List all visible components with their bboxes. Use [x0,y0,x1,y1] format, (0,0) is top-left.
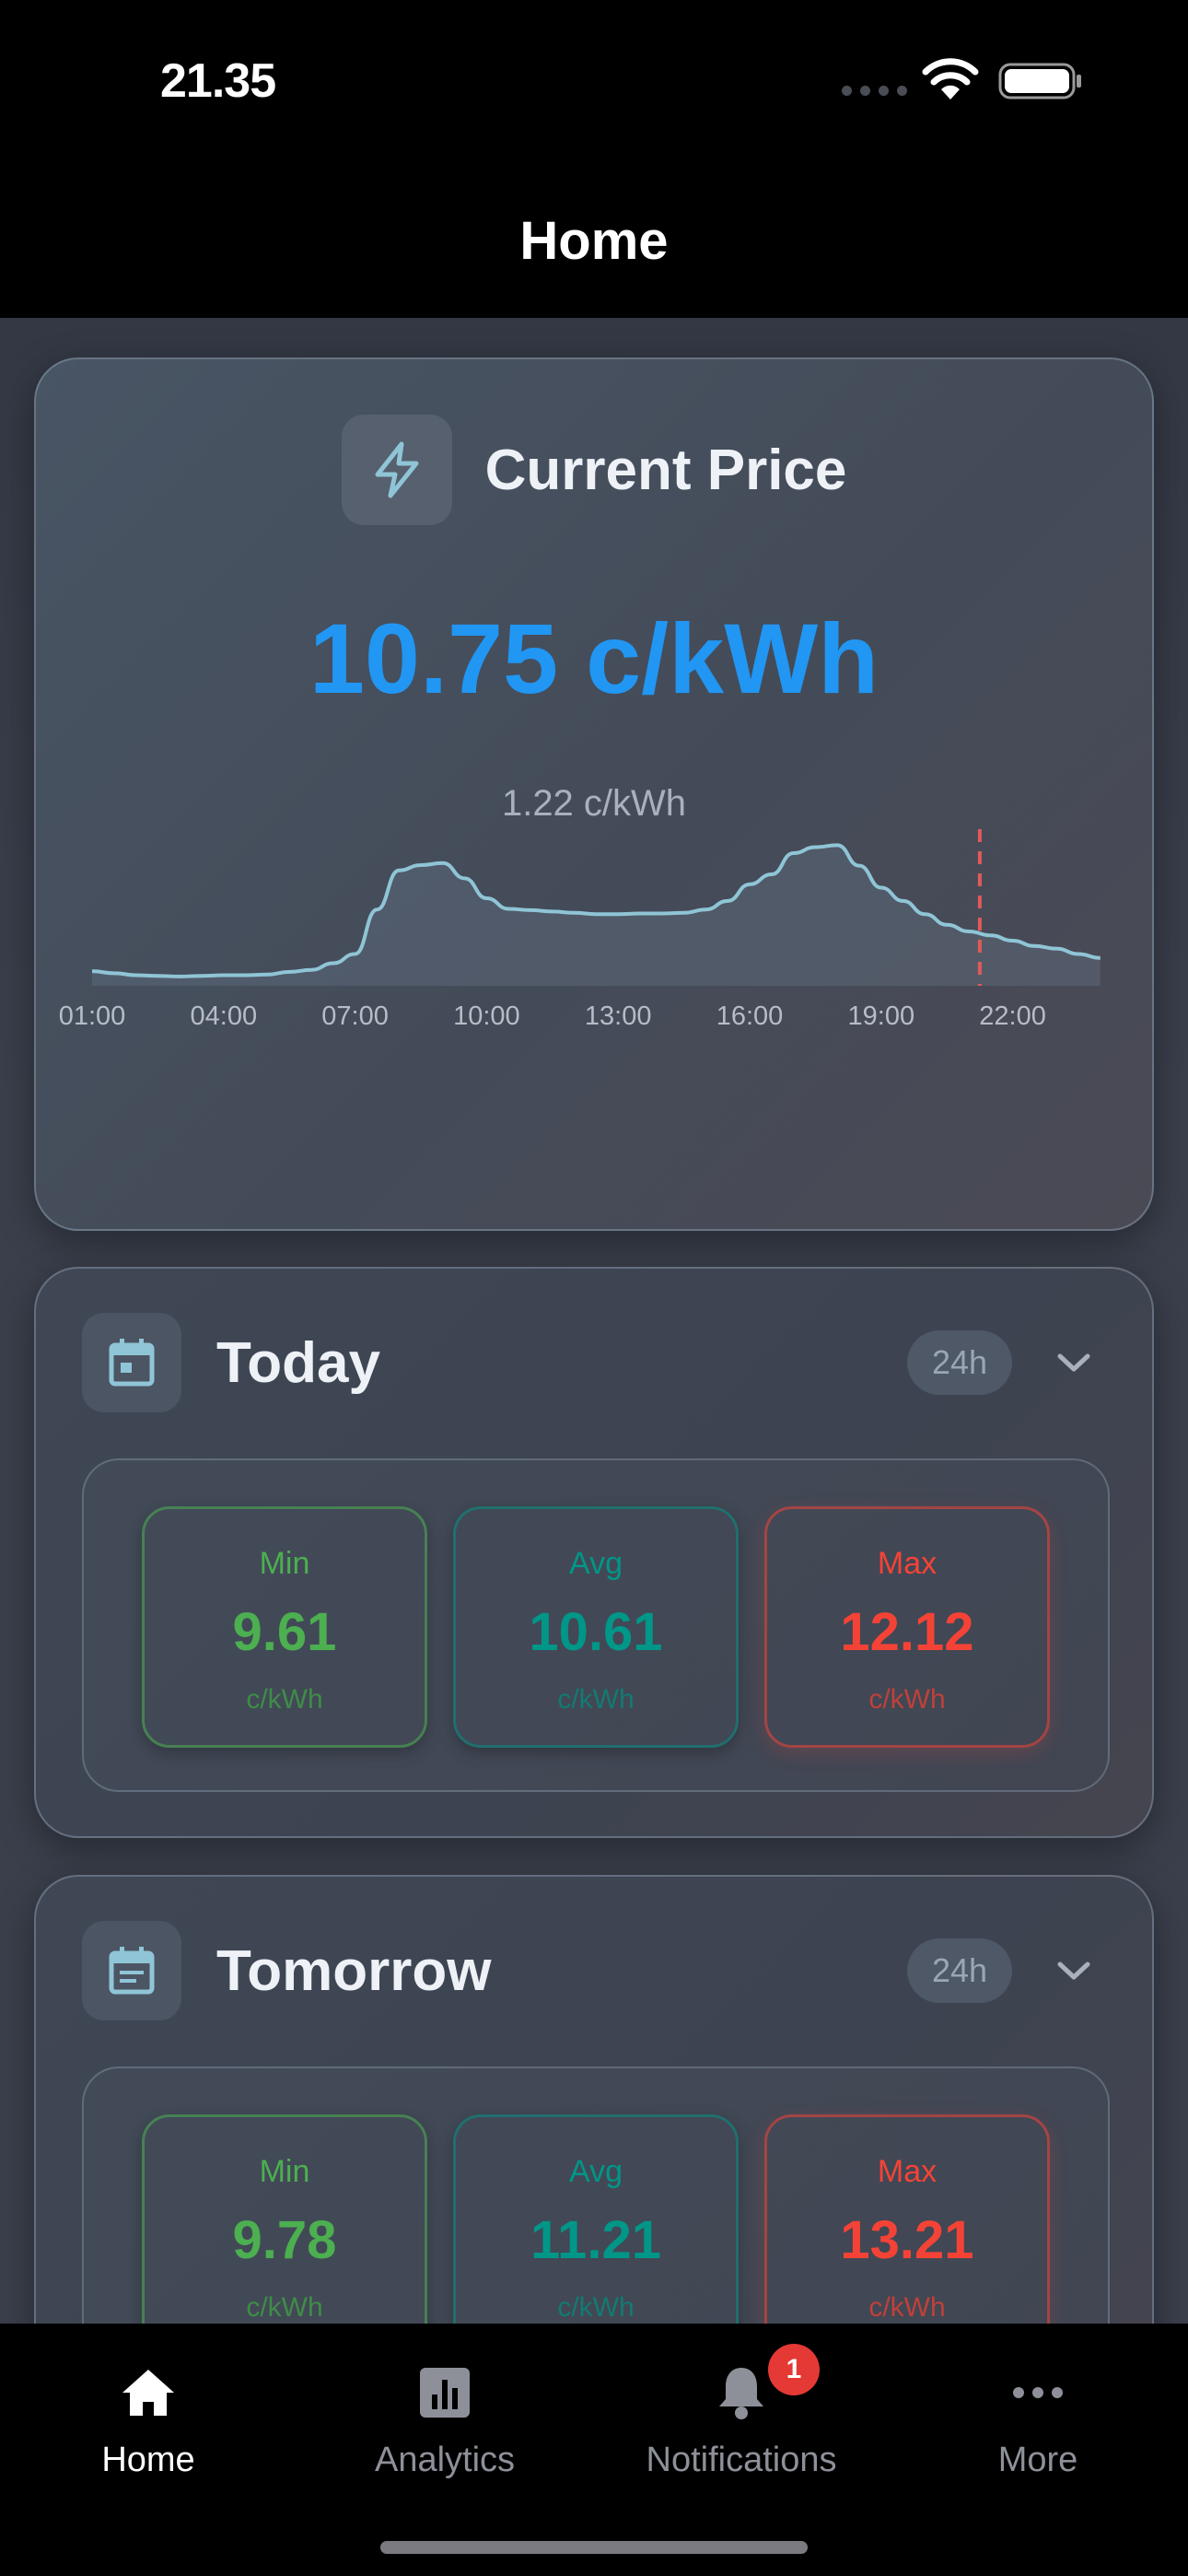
home-indicator [380,2541,808,2554]
wifi-icon [922,58,979,100]
x-tick-label: 04:00 [191,1001,258,1031]
x-tick-label: 13:00 [585,1001,652,1031]
lightning-bolt-icon [341,415,452,525]
current-price-secondary: 1.22 c/kWh [501,783,687,824]
today-max-stat: Max 12.12 c/kWh [764,1506,1050,1748]
battery-icon [998,63,1081,100]
chevron-down-icon[interactable] [1042,1938,1106,2003]
calendar-icon [82,1921,181,2020]
min-unit: c/kWh [246,2292,323,2323]
tomorrow-min-stat: Min 9.78 c/kWh [142,2114,427,2324]
house-icon [0,2360,297,2425]
tab-label: Analytics [374,2441,516,2479]
today-period-badge: 24h [907,1330,1012,1395]
tab-label: Home [101,2441,195,2479]
avg-value: 10.61 [529,1602,663,1662]
max-value: 12.12 [840,1602,974,1662]
calendar-icon [82,1313,181,1412]
page-title: Home [519,211,669,271]
avg-unit: c/kWh [557,2292,635,2323]
min-value: 9.78 [232,2210,337,2270]
today-title: Today [216,1330,380,1395]
max-label: Max [877,2154,938,2189]
x-tick-label: 19:00 [848,1001,915,1031]
bell-icon [593,2360,890,2425]
avg-label: Avg [569,2154,623,2189]
x-tick-label: 07:00 [321,1001,389,1031]
avg-label: Avg [569,1546,623,1581]
today-card: Today 24h Min 9.61 c/kWh Avg 10.61 c/kWh… [34,1267,1154,1838]
tomorrow-max-stat: Max 13.21 c/kWh [764,2114,1050,2324]
current-price-card: Current Price 10.75 c/kWh 1.22 c/kWh 01:… [34,357,1154,1231]
tab-bar: Home Analytics 1 Notifications More [0,2324,1188,2576]
today-min-stat: Min 9.61 c/kWh [142,1506,427,1748]
tab-label: Notifications [646,2441,837,2479]
min-unit: c/kWh [246,1684,323,1715]
x-tick-label: 01:00 [59,1001,126,1031]
top-bar: 21.35 Home [0,0,1188,318]
bar-chart-icon [297,2360,593,2425]
x-tick-label: 10:00 [453,1001,520,1031]
x-tick-label: 16:00 [716,1001,784,1031]
tab-notifications[interactable]: 1 Notifications [593,2344,890,2482]
cellular-signal-icon [842,86,907,96]
max-unit: c/kWh [868,2292,946,2323]
home-content[interactable]: Current Price 10.75 c/kWh 1.22 c/kWh 01:… [0,318,1188,2324]
tab-home[interactable]: Home [0,2344,297,2482]
price-chart[interactable]: 01:00 04:00 07:00 10:00 13:00 16:00 19:00 22:00 [36,820,1156,1207]
max-value: 13.21 [840,2210,974,2270]
tab-more[interactable]: More [890,2344,1186,2482]
tab-label: More [997,2441,1078,2479]
today-stats: Min 9.61 c/kWh Avg 10.61 c/kWh Max 12.12… [82,1458,1110,1792]
today-header[interactable]: Today 24h [82,1313,1106,1412]
tomorrow-stats: Min 9.78 c/kWh Avg 11.21 c/kWh Max 13.21… [82,2067,1110,2324]
current-price-value: 10.75 c/kWh [309,603,879,714]
x-tick-label: 22:00 [979,1001,1046,1031]
current-price-title: Current Price [484,438,847,502]
avg-unit: c/kWh [557,1684,635,1715]
status-time: 21.35 [160,54,276,108]
current-price-header: Current Price [36,415,1152,525]
min-label: Min [259,2154,310,2189]
chevron-down-icon[interactable] [1042,1330,1106,1395]
ellipsis-icon [890,2360,1186,2425]
max-unit: c/kWh [868,1684,946,1715]
today-avg-stat: Avg 10.61 c/kWh [453,1506,739,1748]
tomorrow-card: Tomorrow 24h Min 9.78 c/kWh Avg 11.21 c/… [34,1875,1154,2324]
tab-analytics[interactable]: Analytics [297,2344,593,2482]
min-value: 9.61 [232,1602,337,1662]
tomorrow-period-badge: 24h [907,1938,1012,2003]
tomorrow-avg-stat: Avg 11.21 c/kWh [453,2114,739,2324]
avg-value: 11.21 [530,2210,661,2270]
notification-count-badge: 1 [768,2344,820,2395]
max-label: Max [877,1546,938,1581]
tomorrow-title: Tomorrow [216,1938,492,2003]
min-label: Min [259,1546,310,1581]
tomorrow-header[interactable]: Tomorrow 24h [82,1921,1106,2020]
